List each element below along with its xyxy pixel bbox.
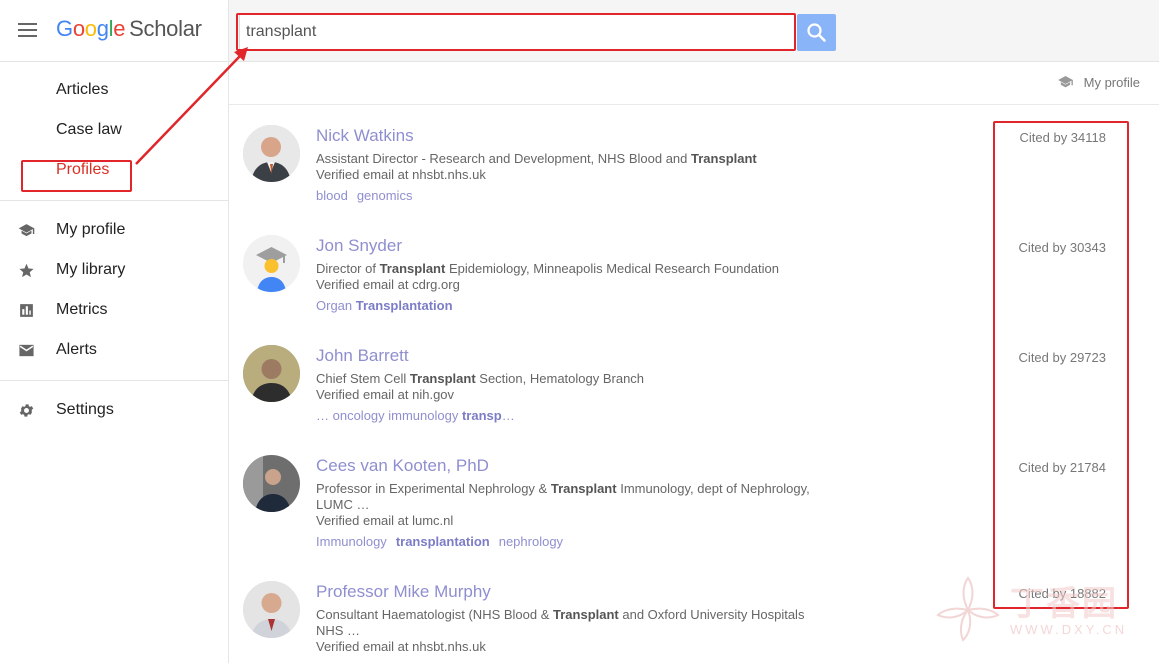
nav-item-label: My profile [56, 221, 126, 238]
search-input[interactable] [240, 15, 794, 49]
search-button[interactable] [797, 14, 836, 51]
hamburger-menu-icon[interactable] [18, 23, 37, 37]
nav-item-settings[interactable]: Settings [0, 390, 228, 430]
tag-link[interactable]: … oncology immunology transp… [316, 408, 515, 423]
profile-affiliation: Assistant Director - Research and Develo… [316, 151, 757, 166]
profile-email: Verified email at nih.gov [316, 387, 455, 402]
profile-name-link[interactable]: Jon Snyder [316, 236, 402, 256]
nav-item-my-profile[interactable]: My profile [0, 210, 228, 250]
graduation-cap-icon [18, 224, 35, 237]
profile-name-link[interactable]: Nick Watkins [316, 126, 414, 146]
tag-link[interactable]: genomics [357, 188, 413, 203]
my-profile-link[interactable]: My profile [1057, 73, 1140, 93]
subheader: My profile [229, 62, 1159, 105]
tag-link[interactable]: nephrology [499, 534, 563, 549]
profile-result: Cees van Kooten, PhD Professor in Experi… [229, 435, 1159, 561]
profile-email: Verified email at lumc.nl [316, 513, 454, 528]
search-header [229, 0, 1159, 62]
sidebar: Google Scholar Articles Case law Profiles… [0, 0, 229, 663]
nav-item-articles[interactable]: Articles [0, 70, 228, 110]
profile-email: Verified email at nhsbt.nhs.uk [316, 167, 486, 182]
profile-tags: Organ Transplantation [316, 298, 462, 313]
nav-group-user: My profile My library Metrics Alerts [0, 201, 228, 381]
nav-item-case-law[interactable]: Case law [0, 110, 228, 150]
google-scholar-logo[interactable]: Google Scholar [56, 16, 202, 42]
sidebar-header: Google Scholar [0, 0, 228, 62]
tag-link[interactable]: Organ Transplantation [316, 298, 453, 313]
profile-photo[interactable] [243, 581, 300, 638]
gear-icon [19, 404, 34, 417]
tag-link[interactable]: blood [316, 188, 348, 203]
profile-result: Nick Watkins Assistant Director - Resear… [229, 105, 1159, 215]
profile-affiliation: Professor in Experimental Nephrology & T… [316, 481, 810, 512]
star-icon [19, 263, 34, 278]
profile-name-link[interactable]: Cees van Kooten, PhD [316, 456, 489, 476]
profile-affiliation: Chief Stem Cell Transplant Section, Hema… [316, 371, 645, 386]
nav-item-label: Settings [56, 401, 114, 418]
search-box [239, 14, 795, 50]
search-icon [807, 23, 826, 42]
envelope-icon [19, 344, 34, 357]
profile-photo[interactable] [243, 455, 300, 512]
profile-photo[interactable] [243, 125, 300, 182]
nav-item-label: Alerts [56, 341, 97, 358]
nav-group-search-types: Articles Case law Profiles [0, 62, 228, 201]
profile-photo[interactable] [243, 345, 300, 402]
nav-item-label: My library [56, 261, 126, 278]
profile-result: John Barrett Chief Stem Cell Transplant … [229, 325, 1159, 435]
nav-item-label: Articles [56, 81, 109, 98]
profile-tags: … oncology immunology transp… [316, 408, 524, 423]
nav-item-metrics[interactable]: Metrics [0, 290, 228, 330]
graduation-cap-icon [1057, 76, 1073, 88]
nav-item-label: Metrics [56, 301, 108, 318]
profile-name-link[interactable]: Professor Mike Murphy [316, 582, 491, 602]
nav-group-settings: Settings [0, 381, 228, 440]
nav-item-my-library[interactable]: My library [0, 250, 228, 290]
profile-tags: Immunology transplantation nephrology [316, 534, 572, 549]
nav-item-label: Case law [56, 121, 122, 138]
profile-email: Verified email at cdrg.org [316, 277, 460, 292]
profile-email: Verified email at nhsbt.nhs.uk [316, 639, 486, 654]
cited-by-link[interactable]: Cited by 34118 [1020, 130, 1107, 145]
metrics-icon [20, 304, 33, 317]
profile-result: Professor Mike Murphy Consultant Haemato… [229, 561, 1159, 663]
my-profile-label: My profile [1083, 75, 1140, 90]
cited-by-link[interactable]: Cited by 18882 [1019, 586, 1106, 601]
profile-photo[interactable] [243, 235, 300, 292]
profile-result: Jon Snyder Director of Transplant Epidem… [229, 215, 1159, 325]
nav-item-profiles[interactable]: Profiles [0, 150, 228, 190]
nav-item-label: Profiles [56, 161, 110, 178]
profile-tags: blood genomics [316, 188, 421, 203]
profile-affiliation: Consultant Haematologist (NHS Blood & Tr… [316, 607, 805, 638]
cited-by-link[interactable]: Cited by 29723 [1019, 350, 1106, 365]
tag-link[interactable]: Immunology [316, 534, 387, 549]
profile-affiliation: Director of Transplant Epidemiology, Min… [316, 261, 779, 276]
nav-item-alerts[interactable]: Alerts [0, 330, 228, 370]
tag-link[interactable]: transplantation [396, 534, 490, 549]
cited-by-link[interactable]: Cited by 21784 [1019, 460, 1106, 475]
profile-name-link[interactable]: John Barrett [316, 346, 409, 366]
cited-by-link[interactable]: Cited by 30343 [1019, 240, 1106, 255]
